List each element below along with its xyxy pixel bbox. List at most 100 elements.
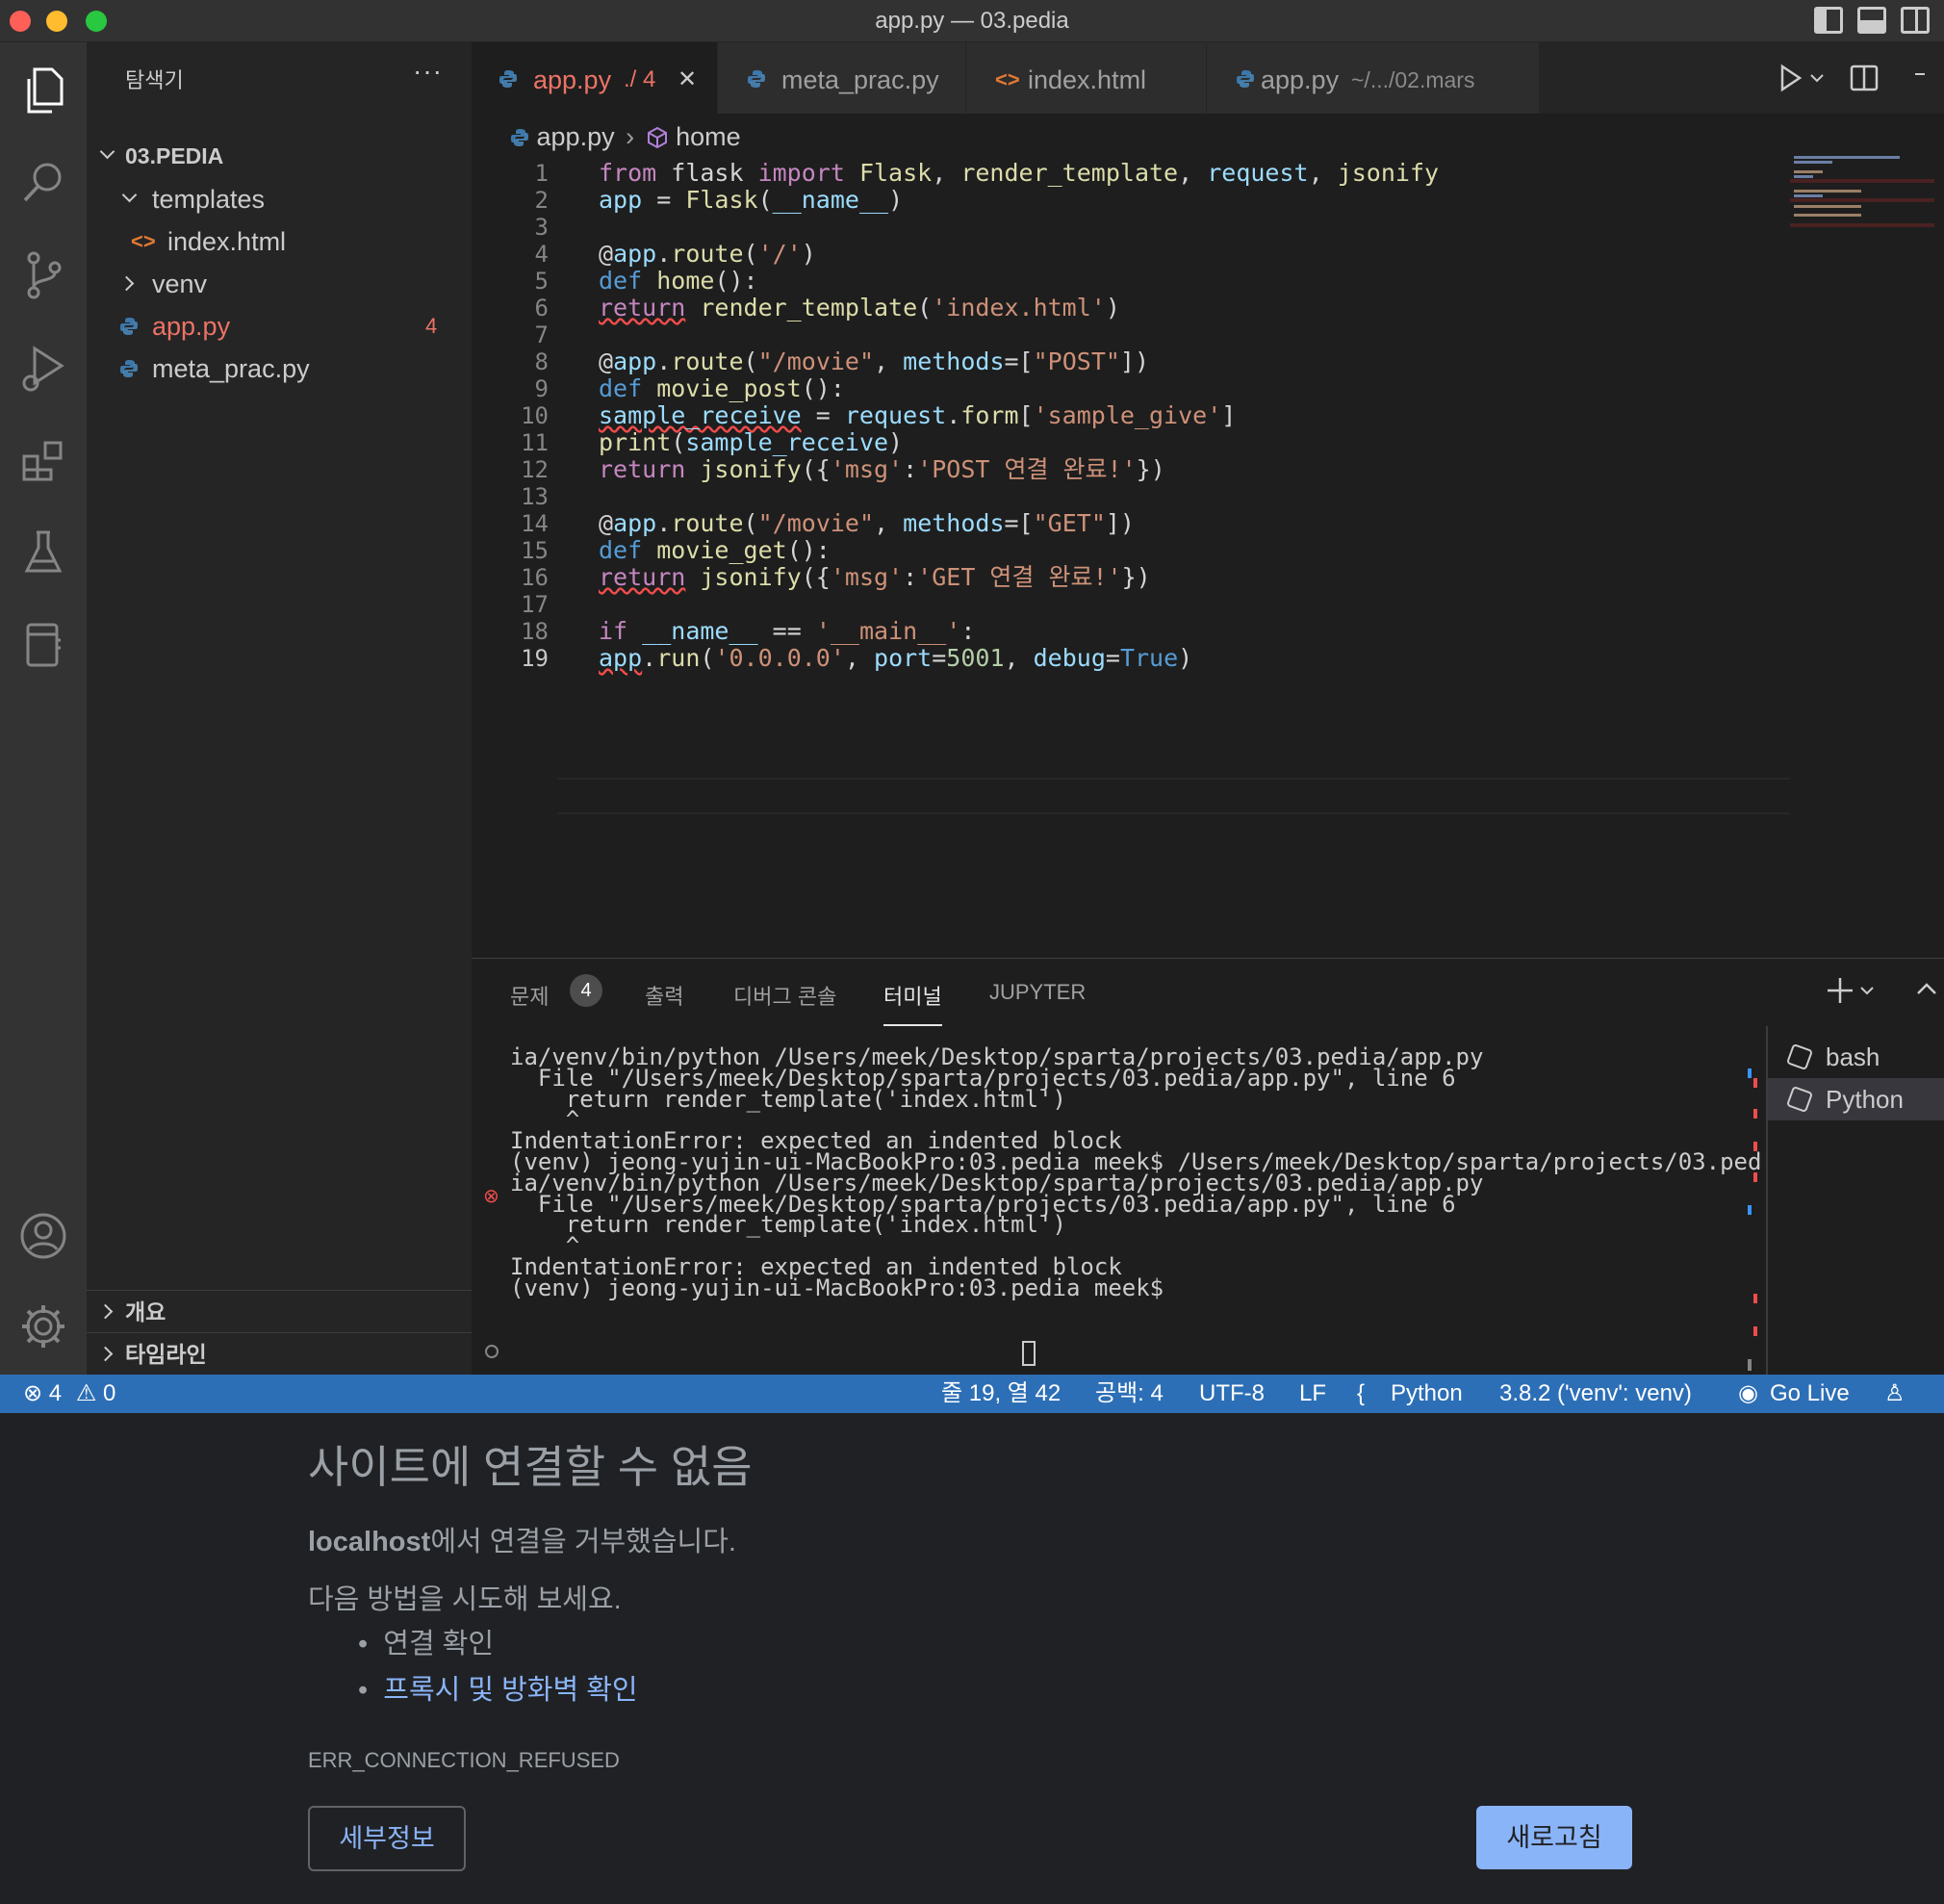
- command-error-icon: ⊗: [483, 1186, 499, 1207]
- terminal-scrollbar[interactable]: [1744, 959, 1759, 1376]
- terminal-shell-icon: [1785, 1085, 1814, 1114]
- tab-index-html[interactable]: <> index.html: [966, 42, 1207, 114]
- terminal-item-label: bash: [1826, 1042, 1880, 1071]
- tab-label: meta_prac.py: [781, 65, 939, 94]
- new-terminal-icon[interactable]: [1827, 976, 1884, 1010]
- tree-item-index-html[interactable]: <> index.html: [87, 220, 472, 263]
- problems-count-badge: 4: [570, 974, 602, 1007]
- tab-meta-prac[interactable]: meta_prac.py: [718, 42, 966, 114]
- reload-button[interactable]: 새로고침: [1476, 1806, 1632, 1869]
- python-file-icon: [511, 129, 528, 146]
- warning-count: 0: [103, 1380, 116, 1406]
- python-file-icon: [1237, 70, 1254, 88]
- error-message-text: 에서 연결을 거부했습니다.: [430, 1527, 736, 1557]
- python-file-icon: [120, 318, 138, 335]
- html-file-icon: <>: [995, 67, 1020, 91]
- error-count-badge: 4: [425, 314, 438, 338]
- chevron-right-icon: [118, 275, 135, 292]
- tree-item-label: app.py: [152, 312, 231, 341]
- tab-app-py-mars[interactable]: app.py ~/.../02.mars: [1207, 42, 1540, 114]
- tree-item-templates[interactable]: templates: [87, 178, 472, 220]
- breadcrumb: app.py › home: [510, 119, 741, 158]
- minimap[interactable]: [1790, 154, 1934, 231]
- encoding[interactable]: UTF-8: [1199, 1375, 1265, 1413]
- notebook-icon[interactable]: [14, 616, 72, 674]
- toggle-secondary-sidebar-icon[interactable]: [1901, 7, 1930, 34]
- terminal-line: (venv) jeong-yujin-ui-MacBookPro:03.pedi…: [510, 1274, 1178, 1301]
- terminal-item-python[interactable]: Python: [1768, 1078, 1944, 1120]
- vscode-window: app.py — 03.pedia 탐색기 ··· 03.PEDIA templ…: [0, 0, 1944, 1413]
- command-pending-icon: [485, 1345, 499, 1358]
- section-label: 타임라인: [125, 1342, 207, 1367]
- terminal-item-bash[interactable]: bash: [1768, 1036, 1944, 1078]
- problems-status[interactable]: ⊗ 4 ⚠ 0: [23, 1375, 115, 1413]
- more-actions-icon[interactable]: ···: [413, 56, 443, 87]
- toggle-panel-icon[interactable]: [1857, 7, 1886, 34]
- error-try-label: 다음 방법을 시도해 보세요.: [308, 1584, 622, 1615]
- terminal-item-label: Python: [1826, 1085, 1904, 1114]
- section-timeline[interactable]: 타임라인: [87, 1332, 472, 1375]
- tree-item-label: venv: [152, 270, 208, 298]
- go-live-button[interactable]: Go Live: [1770, 1375, 1850, 1413]
- code-line: return jsonify({'msg':'POST 연결 완료!'}): [599, 455, 1165, 483]
- breadcrumb-file[interactable]: app.py: [537, 122, 615, 151]
- explorer-icon[interactable]: [14, 62, 72, 119]
- title-bar: app.py — 03.pedia: [0, 0, 1944, 42]
- python-file-icon: [748, 70, 765, 88]
- testing-flask-icon[interactable]: [14, 524, 72, 581]
- code-line: app = Flask(__name__): [599, 186, 904, 214]
- status-bar: ⊗ 4 ⚠ 0 줄 19, 열 42 공백: 4 UTF-8 LF { Pyth…: [0, 1375, 1944, 1413]
- tab-terminal[interactable]: 터미널: [883, 980, 942, 1026]
- tab-problems[interactable]: 문제: [510, 980, 549, 1011]
- cursor-position[interactable]: 줄 19, 열 42: [941, 1375, 1061, 1413]
- terminal-shell-icon: [1785, 1042, 1814, 1071]
- source-control-icon[interactable]: [14, 246, 72, 304]
- extensions-icon[interactable]: [14, 431, 72, 489]
- breadcrumb-symbol[interactable]: home: [676, 122, 741, 151]
- split-editor-icon[interactable]: [1850, 64, 1879, 97]
- settings-gear-icon[interactable]: [14, 1298, 72, 1355]
- tab-debug-console[interactable]: 디버그 콘솔: [733, 980, 836, 1011]
- editor-tabs: app.py ./ 4 ✕ meta_prac.py <> index.html…: [472, 42, 1944, 114]
- broadcast-icon: ◉: [1738, 1380, 1758, 1406]
- suggestion-label: 연결 확인: [383, 1629, 495, 1660]
- line-number: 19: [521, 645, 549, 672]
- maximize-panel-icon[interactable]: [1915, 978, 1938, 1006]
- tree-item-meta-prac[interactable]: meta_prac.py: [87, 347, 472, 390]
- indentation[interactable]: 공백: 4: [1095, 1375, 1164, 1413]
- activity-bar: [0, 42, 87, 1375]
- tree-item-venv[interactable]: venv: [87, 263, 472, 305]
- suggestion-link-label[interactable]: 프록시 및 방화벽 확인: [383, 1675, 637, 1706]
- language-mode[interactable]: Python: [1391, 1375, 1463, 1413]
- code-editor[interactable]: 1 from flask import Flask, render_templat…: [472, 156, 1800, 955]
- tab-app-py[interactable]: app.py ./ 4 ✕: [472, 42, 718, 114]
- folder-root[interactable]: 03.PEDIA: [87, 135, 472, 177]
- browser-error-page: 사이트에 연결할 수 없음 localhost에서 연결을 거부했습니다. 다음…: [0, 1413, 1944, 1904]
- error-title: 사이트에 연결할 수 없음: [308, 1442, 753, 1492]
- warning-icon: ⚠: [75, 1380, 97, 1406]
- more-actions-icon[interactable]: [1915, 73, 1925, 75]
- feedback-person-icon[interactable]: ♙: [1884, 1375, 1906, 1413]
- code-line: return jsonify({'msg':'GET 연결 완료!'}): [599, 563, 1151, 591]
- accounts-icon[interactable]: [14, 1207, 72, 1265]
- error-count: 4: [48, 1380, 63, 1406]
- search-icon[interactable]: [14, 154, 72, 212]
- tab-output[interactable]: 출력: [645, 980, 683, 1011]
- close-tab-icon[interactable]: ✕: [678, 42, 697, 117]
- tab-jupyter[interactable]: JUPYTER: [989, 980, 1086, 1005]
- run-debug-icon[interactable]: [14, 339, 72, 397]
- code-line: app.run('0.0.0.0', port=5001, debug=True…: [599, 644, 1193, 672]
- tree-item-label: meta_prac.py: [152, 354, 310, 383]
- toggle-sidebar-icon[interactable]: [1814, 7, 1843, 34]
- line-ending[interactable]: LF: [1299, 1375, 1326, 1413]
- section-outline[interactable]: 개요: [87, 1290, 472, 1332]
- tree-item-label: index.html: [167, 227, 287, 256]
- tree-item-app-py[interactable]: app.py 4: [87, 305, 472, 347]
- details-button[interactable]: 세부정보: [308, 1806, 466, 1871]
- run-file-icon[interactable]: [1778, 64, 1827, 97]
- suggestion-item-link[interactable]: • 프록시 및 방화벽 확인: [358, 1667, 638, 1708]
- terminal-line: return render_template('index.html'): [510, 1211, 1066, 1239]
- window-title: app.py — 03.pedia: [875, 8, 1069, 34]
- code-line: return render_template('index.html'): [599, 294, 1120, 322]
- python-interpreter[interactable]: 3.8.2 ('venv': venv): [1499, 1375, 1692, 1413]
